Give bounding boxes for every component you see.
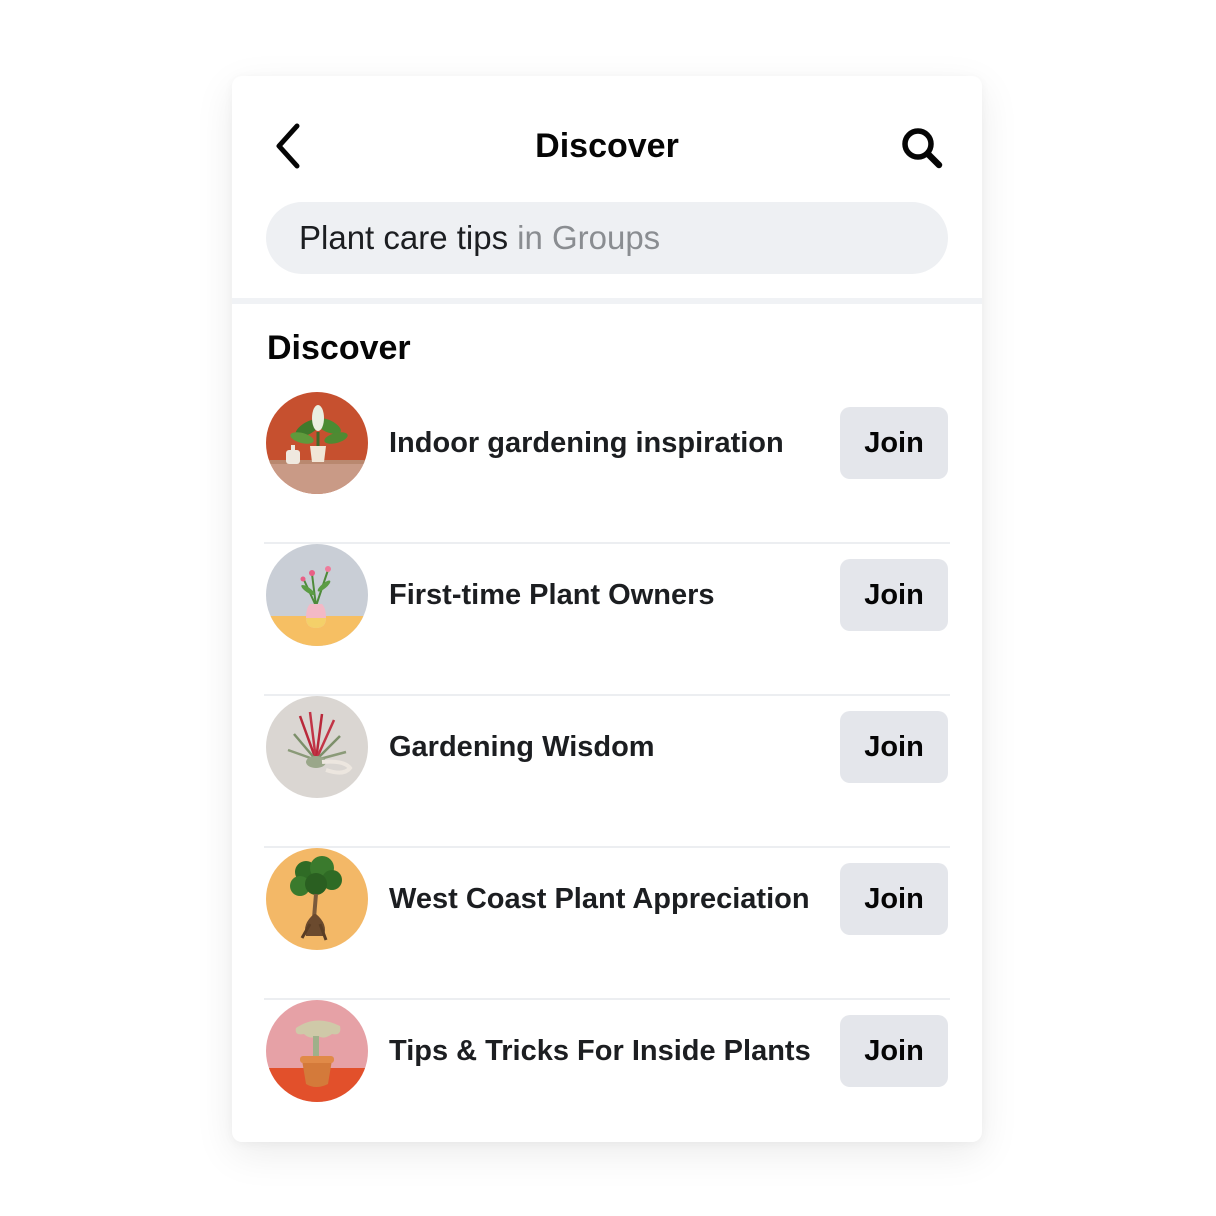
search-query-text: Plant care tips	[299, 219, 509, 256]
discover-panel: Discover Plant care tips in Groups Disco…	[232, 76, 982, 1142]
list-item[interactable]: Indoor gardening inspiration Join	[232, 392, 982, 544]
section-divider	[232, 298, 982, 304]
group-avatar	[266, 696, 368, 798]
join-button[interactable]: Join	[840, 559, 948, 631]
group-name[interactable]: Tips & Tricks For Inside Plants	[389, 1030, 811, 1072]
search-button[interactable]	[894, 120, 950, 176]
search-icon	[902, 128, 943, 169]
list-item[interactable]: Tips & Tricks For Inside Plants Join	[232, 1000, 982, 1142]
page-title: Discover	[535, 127, 679, 165]
list-item[interactable]: West Coast Plant Appreciation Join	[232, 848, 982, 1000]
join-button[interactable]: Join	[840, 1015, 948, 1087]
group-avatar	[266, 392, 368, 494]
group-avatar	[266, 848, 368, 950]
list-item[interactable]: First-time Plant Owners Join	[232, 544, 982, 696]
group-name[interactable]: West Coast Plant Appreciation	[389, 878, 810, 920]
search-input[interactable]: Plant care tips in Groups	[266, 202, 948, 274]
join-button[interactable]: Join	[840, 407, 948, 479]
header-bar: Discover	[232, 76, 982, 216]
group-avatar	[266, 1000, 368, 1102]
section-title: Discover	[267, 329, 411, 367]
group-list: Indoor gardening inspiration Join First-…	[232, 392, 982, 1142]
group-name[interactable]: First-time Plant Owners	[389, 574, 715, 616]
group-name[interactable]: Gardening Wisdom	[389, 726, 655, 768]
list-item[interactable]: Gardening Wisdom Join	[232, 696, 982, 848]
join-button[interactable]: Join	[840, 711, 948, 783]
group-name[interactable]: Indoor gardening inspiration	[389, 422, 784, 464]
search-scope-text: in Groups	[517, 219, 661, 256]
group-avatar	[266, 544, 368, 646]
join-button[interactable]: Join	[840, 863, 948, 935]
